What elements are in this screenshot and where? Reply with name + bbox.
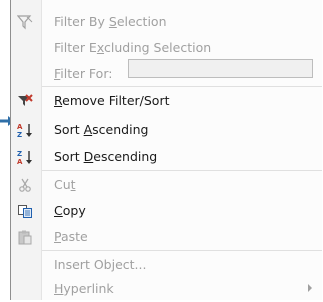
menu-item-label: Hyperlink	[54, 281, 114, 296]
menu-item-filter-by-selection[interactable]: Filter By Selection	[11, 8, 322, 35]
paste-icon	[16, 228, 34, 246]
menu-item-paste[interactable]: Paste	[11, 223, 322, 250]
menu-item-label: Copy	[54, 203, 86, 218]
menu-item-label: Sort Descending	[54, 149, 158, 164]
menu-item-label: Sort Ascending	[54, 122, 149, 137]
context-menu: Filter By Selection Filter Excluding Sel…	[10, 0, 322, 300]
filter-for-input[interactable]	[128, 59, 313, 78]
menu-item-hyperlink[interactable]: Hyperlink	[11, 275, 322, 302]
svg-text:A: A	[17, 123, 23, 131]
menu-item-label: Filter By Selection	[54, 14, 167, 29]
submenu-arrow-icon	[308, 284, 312, 292]
menu-item-sort-descending[interactable]: Z A Sort Descending	[11, 143, 322, 170]
menu-item-label: Filter Excluding Selection	[54, 40, 212, 55]
menu-item-label: Filter For:	[54, 66, 113, 81]
svg-text:A: A	[17, 158, 23, 165]
svg-text:Z: Z	[17, 131, 22, 138]
menu-item-filter-excluding-selection[interactable]: Filter Excluding Selection	[11, 34, 322, 61]
scissors-icon	[16, 176, 34, 194]
menu-item-cut[interactable]: Cut	[11, 171, 322, 198]
svg-text:Z: Z	[17, 150, 22, 158]
menu-item-label: Insert Object...	[54, 257, 147, 272]
remove-filter-icon	[16, 92, 34, 110]
menu-item-copy[interactable]: Copy	[11, 197, 322, 224]
filter-selection-icon	[16, 13, 34, 31]
menu-item-label: Paste	[54, 229, 88, 244]
sort-descending-icon: Z A	[16, 148, 34, 166]
copy-icon	[16, 202, 34, 220]
menu-item-insert-object[interactable]: Insert Object...	[11, 251, 322, 278]
menu-item-sort-ascending[interactable]: A Z Sort Ascending	[11, 116, 322, 143]
menu-item-label: Cut	[54, 177, 76, 192]
sort-ascending-icon: A Z	[16, 121, 34, 139]
menu-item-label: Remove Filter/Sort	[54, 93, 170, 108]
menu-item-remove-filter-sort[interactable]: Remove Filter/Sort	[11, 87, 322, 114]
